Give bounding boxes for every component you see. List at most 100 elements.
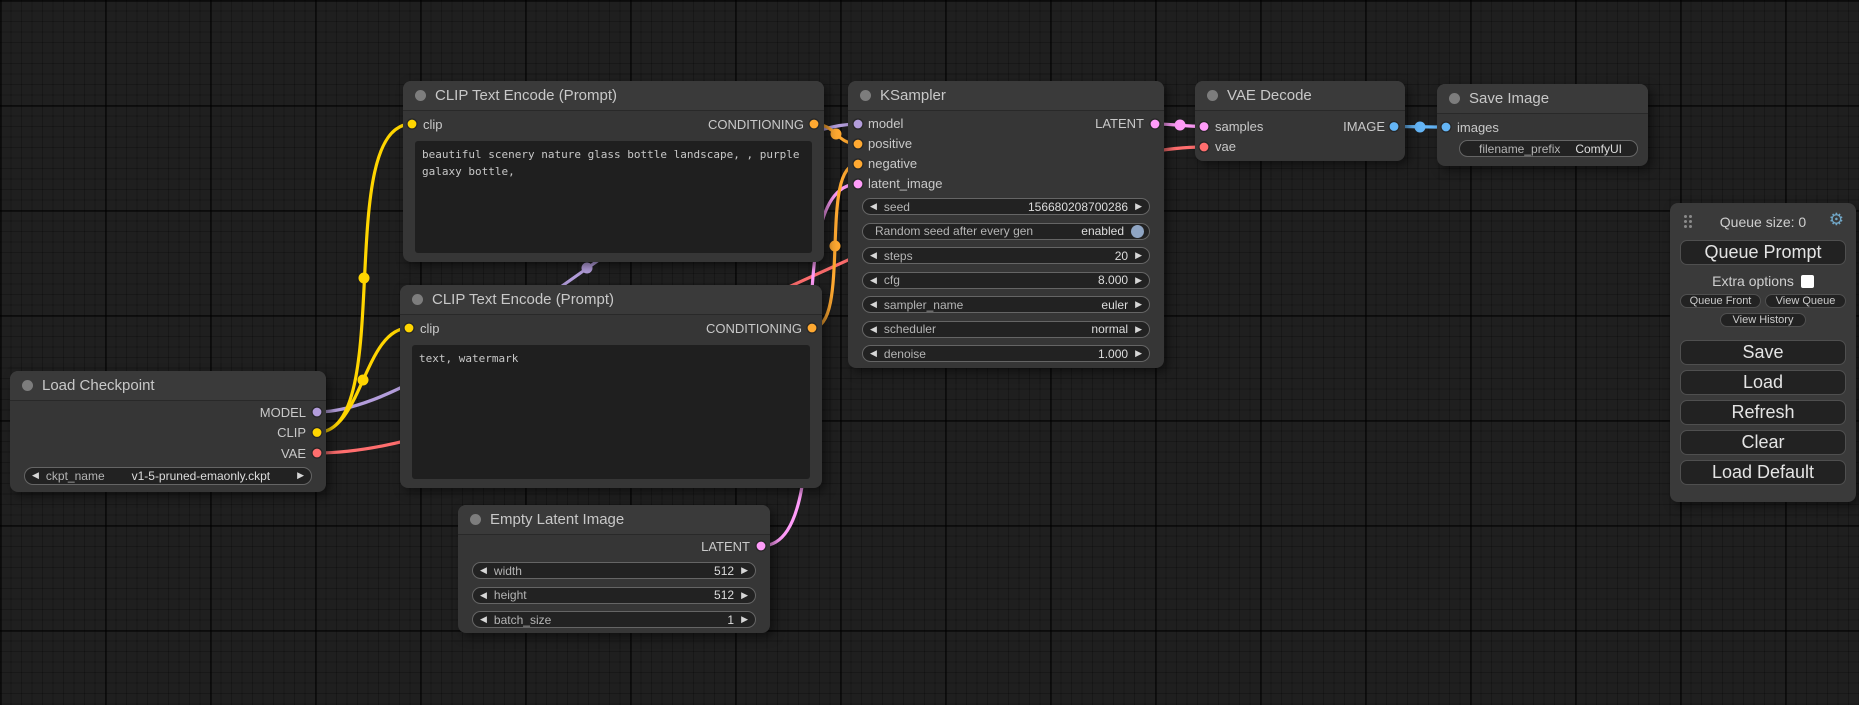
widget-value: v1-5-pruned-emaonly.ckpt xyxy=(132,469,271,483)
node-collapse-dot-icon[interactable] xyxy=(860,90,871,101)
node-collapse-dot-icon[interactable] xyxy=(470,514,481,525)
node-load-checkpoint[interactable]: Load Checkpoint MODEL CLIP VAE ◀ ckpt_na… xyxy=(10,371,326,492)
drag-handle-icon[interactable] xyxy=(1684,215,1687,218)
decrement-arrow-icon[interactable]: ◀ xyxy=(870,202,877,211)
widget-value: 8.000 xyxy=(1098,273,1128,287)
input-row-vae: vae xyxy=(1195,137,1405,158)
node-title-bar[interactable]: Save Image xyxy=(1437,84,1648,114)
toggle-knob-icon[interactable] xyxy=(1131,225,1144,238)
denoise-widget[interactable]: ◀ denoise 1.000 ▶ xyxy=(862,345,1150,362)
decrement-arrow-icon[interactable]: ◀ xyxy=(870,251,877,260)
steps-widget[interactable]: ◀ steps 20 ▶ xyxy=(862,247,1150,264)
widget-label: scheduler xyxy=(884,322,936,336)
prompt-textarea[interactable]: beautiful scenery nature glass bottle la… xyxy=(415,141,812,253)
decrement-arrow-icon[interactable]: ◀ xyxy=(870,276,877,285)
clear-button[interactable]: Clear xyxy=(1680,430,1846,455)
widget-value: 512 xyxy=(714,564,734,578)
height-widget[interactable]: ◀ height 512 ▶ xyxy=(472,587,756,604)
increment-arrow-icon[interactable]: ▶ xyxy=(1135,202,1142,211)
node-graph-canvas[interactable]: Load Checkpoint MODEL CLIP VAE ◀ ckpt_na… xyxy=(0,0,1859,705)
node-title-bar[interactable]: VAE Decode xyxy=(1195,81,1405,111)
queue-prompt-button[interactable]: Queue Prompt xyxy=(1680,240,1846,265)
gear-icon[interactable]: ⚙ xyxy=(1829,210,1844,230)
queue-front-button[interactable]: Queue Front xyxy=(1680,294,1761,308)
widget-value: euler xyxy=(1101,298,1128,312)
output-label-latent: LATENT xyxy=(1095,116,1144,131)
load-button[interactable]: Load xyxy=(1680,370,1846,395)
increment-arrow-icon[interactable]: ▶ xyxy=(741,566,748,575)
widget-value: 156680208700286 xyxy=(1028,200,1128,214)
input-label-vae: vae xyxy=(1215,139,1236,154)
increment-arrow-icon[interactable]: ▶ xyxy=(1135,325,1142,334)
sampler-name-widget[interactable]: ◀ sampler_name euler ▶ xyxy=(862,296,1150,313)
prompt-textarea[interactable]: text, watermark xyxy=(412,345,810,479)
port-row: clip CONDITIONING xyxy=(400,315,822,341)
increment-arrow-icon[interactable]: ▶ xyxy=(741,615,748,624)
node-title-bar[interactable]: Empty Latent Image xyxy=(458,505,770,535)
node-collapse-dot-icon[interactable] xyxy=(22,380,33,391)
input-label-clip: clip xyxy=(420,321,440,336)
increment-arrow-icon[interactable]: ▶ xyxy=(1135,251,1142,260)
input-label-positive: positive xyxy=(868,136,912,151)
input-label-clip: clip xyxy=(423,117,443,132)
widget-value: 1 xyxy=(727,613,734,627)
node-ksampler[interactable]: KSampler model LATENT positive negative … xyxy=(848,81,1164,368)
decrement-arrow-icon[interactable]: ◀ xyxy=(870,349,877,358)
queue-menu-panel: Queue size: 0 ⚙ Queue Prompt Extra optio… xyxy=(1670,203,1856,502)
node-collapse-dot-icon[interactable] xyxy=(1449,93,1460,104)
output-row-model: MODEL xyxy=(10,402,326,423)
increment-arrow-icon[interactable]: ▶ xyxy=(741,591,748,600)
input-row-latent-image: latent_image xyxy=(848,173,1164,193)
node-save-image[interactable]: Save Image images filename_prefix ComfyU… xyxy=(1437,84,1648,166)
filename-prefix-widget[interactable]: filename_prefix ComfyUI xyxy=(1459,140,1638,157)
widget-label: ckpt_name xyxy=(46,469,105,483)
extra-options-checkbox[interactable] xyxy=(1801,275,1814,288)
cfg-widget[interactable]: ◀ cfg 8.000 ▶ xyxy=(862,272,1150,289)
output-label-image: IMAGE xyxy=(1343,119,1385,134)
node-title-bar[interactable]: CLIP Text Encode (Prompt) xyxy=(400,285,822,315)
view-history-button[interactable]: View History xyxy=(1720,313,1806,327)
widget-value: normal xyxy=(1091,322,1128,336)
increment-arrow-icon[interactable]: ▶ xyxy=(1135,349,1142,358)
seed-widget[interactable]: ◀ seed 156680208700286 ▶ xyxy=(862,198,1150,215)
node-clip-text-encode-positive[interactable]: CLIP Text Encode (Prompt) clip CONDITION… xyxy=(403,81,824,262)
decrement-arrow-icon[interactable]: ◀ xyxy=(480,615,487,624)
widget-label: Random seed after every gen xyxy=(875,224,1033,238)
load-default-button[interactable]: Load Default xyxy=(1680,460,1846,485)
decrement-arrow-icon[interactable]: ◀ xyxy=(480,566,487,575)
widget-value: ComfyUI xyxy=(1575,142,1622,156)
node-empty-latent-image[interactable]: Empty Latent Image LATENT ◀ width 512 ▶ … xyxy=(458,505,770,633)
node-vae-decode[interactable]: VAE Decode samples IMAGE vae xyxy=(1195,81,1405,161)
widget-value: 1.000 xyxy=(1098,347,1128,361)
increment-arrow-icon[interactable]: ▶ xyxy=(1135,300,1142,309)
node-title: CLIP Text Encode (Prompt) xyxy=(432,291,614,308)
output-row-latent: LATENT xyxy=(458,535,770,558)
decrement-arrow-icon[interactable]: ◀ xyxy=(870,300,877,309)
increment-arrow-icon[interactable]: ▶ xyxy=(297,471,304,480)
node-title-bar[interactable]: CLIP Text Encode (Prompt) xyxy=(403,81,824,111)
decrement-arrow-icon[interactable]: ◀ xyxy=(870,325,877,334)
node-title: Empty Latent Image xyxy=(490,511,624,528)
decrement-arrow-icon[interactable]: ◀ xyxy=(480,591,487,600)
batch-size-widget[interactable]: ◀ batch_size 1 ▶ xyxy=(472,611,756,628)
ckpt-name-widget[interactable]: ◀ ckpt_name v1-5-pruned-emaonly.ckpt ▶ xyxy=(24,467,312,485)
output-label-latent: LATENT xyxy=(701,539,750,554)
widget-value: 20 xyxy=(1115,249,1128,263)
node-collapse-dot-icon[interactable] xyxy=(1207,90,1218,101)
view-queue-button[interactable]: View Queue xyxy=(1765,294,1846,308)
random-seed-toggle-widget[interactable]: Random seed after every gen enabled xyxy=(862,223,1150,240)
node-title-bar[interactable]: KSampler xyxy=(848,81,1164,111)
node-title-bar[interactable]: Load Checkpoint xyxy=(10,371,326,401)
width-widget[interactable]: ◀ width 512 ▶ xyxy=(472,562,756,579)
input-label-images: images xyxy=(1457,120,1499,135)
refresh-button[interactable]: Refresh xyxy=(1680,400,1846,425)
output-row-vae: VAE xyxy=(10,443,326,464)
node-clip-text-encode-negative[interactable]: CLIP Text Encode (Prompt) clip CONDITION… xyxy=(400,285,822,488)
node-collapse-dot-icon[interactable] xyxy=(415,90,426,101)
increment-arrow-icon[interactable]: ▶ xyxy=(1135,276,1142,285)
save-button[interactable]: Save xyxy=(1680,340,1846,365)
node-collapse-dot-icon[interactable] xyxy=(412,294,423,305)
decrement-arrow-icon[interactable]: ◀ xyxy=(32,471,39,480)
node-title: CLIP Text Encode (Prompt) xyxy=(435,87,617,104)
scheduler-widget[interactable]: ◀ scheduler normal ▶ xyxy=(862,321,1150,338)
